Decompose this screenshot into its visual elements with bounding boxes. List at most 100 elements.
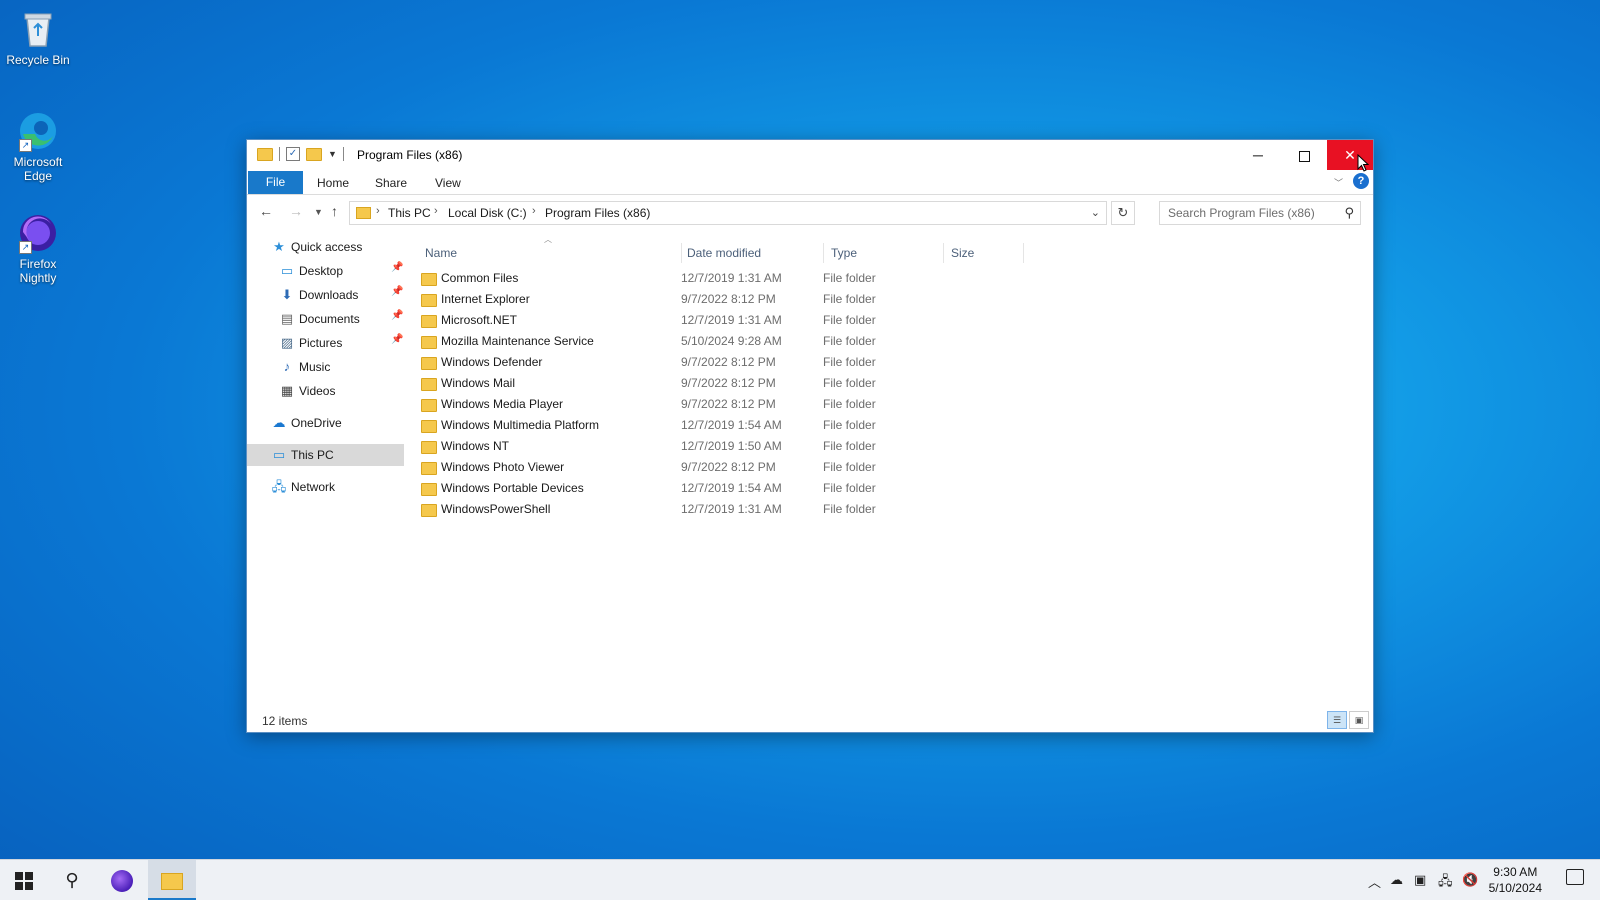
- address-bar[interactable]: › This PC › Local Disk (C:) › Program Fi…: [349, 201, 1107, 225]
- tab-share[interactable]: Share: [375, 172, 407, 194]
- breadcrumb-local-disk[interactable]: Local Disk (C:): [448, 206, 527, 220]
- file-row[interactable]: Windows NT 12/7/2019 1:50 AM File folder: [421, 436, 1021, 457]
- folder-icon: [421, 399, 437, 412]
- show-hidden-icons-icon[interactable]: ︿: [1368, 872, 1381, 891]
- nav-item-music[interactable]: ♪ Music: [279, 356, 331, 378]
- column-header-name[interactable]: Name: [425, 243, 457, 263]
- file-type: File folder: [823, 292, 876, 306]
- cloud-icon: ☁: [272, 415, 286, 430]
- expand-ribbon-icon[interactable]: ﹀: [1334, 176, 1343, 189]
- taskbar-firefox-button[interactable]: [98, 860, 146, 900]
- breadcrumb-separator-icon[interactable]: ›: [532, 205, 536, 217]
- navigation-pane: ★ Quick access ▭ Desktop 📌 ⬇ Downloads 📌 ▤ D…: [247, 236, 407, 696]
- nav-item-downloads[interactable]: ⬇ Downloads: [279, 284, 359, 306]
- file-explorer-icon: [161, 872, 183, 890]
- file-row[interactable]: Internet Explorer 9/7/2022 8:12 PM File fo…: [421, 289, 1021, 310]
- ribbon: File Home Share View ﹀ ?: [247, 170, 1373, 195]
- nav-item-documents[interactable]: ▤ Documents: [279, 308, 360, 330]
- file-name: Windows Mail: [441, 376, 516, 390]
- file-row[interactable]: Windows Photo Viewer 9/7/2022 8:12 PM File…: [421, 457, 1021, 478]
- folder-icon: [421, 336, 437, 349]
- nav-item-videos[interactable]: ▦ Videos: [279, 380, 336, 402]
- breadcrumb-separator-icon[interactable]: ›: [434, 205, 438, 217]
- nav-label: Documents: [299, 312, 360, 326]
- file-row[interactable]: Windows Media Player 9/7/2022 8:12 PM File…: [421, 394, 1021, 415]
- title-bar[interactable]: ✓ ▼ Program Files (x86) ─ ✕: [247, 140, 1373, 170]
- column-header-date-modified[interactable]: Date modified: [687, 243, 761, 263]
- nav-item-desktop[interactable]: ▭ Desktop: [279, 260, 343, 282]
- pin-icon[interactable]: 📌: [391, 262, 403, 273]
- column-divider[interactable]: [681, 243, 682, 263]
- pin-icon[interactable]: 📌: [391, 310, 403, 321]
- file-row[interactable]: Mozilla Maintenance Service 5/10/2024 9:2…: [421, 331, 1021, 352]
- pin-icon[interactable]: 📌: [391, 334, 403, 345]
- nav-item-pictures[interactable]: ▨ Pictures: [279, 332, 343, 354]
- breadcrumb-program-files-x86[interactable]: Program Files (x86): [545, 206, 650, 220]
- action-center-icon[interactable]: [1566, 869, 1584, 885]
- videos-icon: ▦: [280, 383, 294, 398]
- tab-home[interactable]: Home: [317, 172, 349, 194]
- clock-date: 5/10/2024: [1488, 881, 1542, 895]
- column-divider[interactable]: [1023, 243, 1024, 263]
- column-divider[interactable]: [943, 243, 944, 263]
- onedrive-offline-icon[interactable]: ☁: [1390, 872, 1403, 888]
- network-icon[interactable]: 🖧: [1438, 872, 1453, 894]
- refresh-button[interactable]: ↻: [1111, 201, 1135, 225]
- desktop-icon-label: Firefox Nightly: [19, 257, 57, 285]
- start-button[interactable]: [0, 860, 48, 900]
- file-type: File folder: [823, 502, 876, 516]
- recent-locations-button[interactable]: ▼: [314, 207, 323, 217]
- divider: [342, 147, 344, 161]
- system-clock[interactable]: 9:30 AM 5/10/2024: [1489, 864, 1542, 896]
- customize-toolbar-icon[interactable]: ▼: [328, 149, 337, 159]
- folder-icon: [421, 504, 437, 517]
- nav-network[interactable]: 🖧 Network: [271, 476, 335, 498]
- forward-button[interactable]: →: [289, 203, 303, 219]
- file-row[interactable]: Windows Defender 9/7/2022 8:12 PM File fol…: [421, 352, 1021, 373]
- status-item-count: 12 items: [262, 714, 308, 728]
- search-input[interactable]: Search Program Files (x86) ⚲: [1159, 201, 1361, 225]
- desktop-icon-recycle-bin[interactable]: Recycle Bin: [4, 8, 72, 67]
- minimize-button[interactable]: ─: [1235, 140, 1281, 170]
- meet-now-icon[interactable]: ▣: [1414, 872, 1426, 888]
- file-type: File folder: [823, 313, 876, 327]
- up-button[interactable]: ↑: [331, 203, 338, 219]
- help-icon[interactable]: ?: [1353, 173, 1369, 189]
- address-history-icon[interactable]: ⌄: [1091, 206, 1100, 219]
- taskbar-file-explorer-button[interactable]: [148, 860, 196, 900]
- search-button[interactable]: ⚲: [48, 860, 96, 900]
- column-divider[interactable]: [823, 243, 824, 263]
- nav-this-pc[interactable]: ▭ This PC: [247, 444, 404, 466]
- pin-icon[interactable]: 📌: [391, 286, 403, 297]
- tab-view[interactable]: View: [435, 172, 461, 194]
- nav-quick-access[interactable]: ★ Quick access: [271, 236, 362, 258]
- file-row[interactable]: Windows Multimedia Platform 12/7/2019 1:5…: [421, 415, 1021, 436]
- properties-icon[interactable]: ✓: [286, 147, 300, 161]
- back-button[interactable]: ←: [259, 203, 273, 219]
- large-icons-view-button[interactable]: ▣: [1349, 711, 1369, 729]
- file-date: 9/7/2022 8:12 PM: [681, 355, 776, 369]
- file-type: File folder: [823, 376, 876, 390]
- column-header-size[interactable]: Size: [951, 243, 974, 263]
- new-folder-icon[interactable]: [306, 147, 322, 161]
- details-view-button[interactable]: ☰: [1327, 711, 1347, 729]
- file-row[interactable]: Common Files 12/7/2019 1:31 AM File folder: [421, 268, 1021, 289]
- nav-label: Pictures: [299, 336, 343, 350]
- file-name: WindowsPowerShell: [441, 502, 551, 516]
- file-row[interactable]: Windows Portable Devices 12/7/2019 1:54 A…: [421, 478, 1021, 499]
- window-title: Program Files (x86): [357, 148, 463, 162]
- breadcrumb-this-pc[interactable]: This PC: [388, 206, 431, 220]
- maximize-button[interactable]: [1281, 140, 1327, 170]
- file-list: Common Files 12/7/2019 1:31 AM File folder…: [421, 268, 1021, 520]
- file-row[interactable]: Microsoft.NET 12/7/2019 1:31 AM File folde…: [421, 310, 1021, 331]
- desktop-icon-firefox-nightly[interactable]: ↗ Firefox Nightly: [4, 212, 72, 285]
- breadcrumb-separator-icon[interactable]: ›: [376, 205, 380, 217]
- file-row[interactable]: WindowsPowerShell 12/7/2019 1:31 AM File f…: [421, 499, 1021, 520]
- tab-file[interactable]: File: [248, 171, 303, 194]
- file-row[interactable]: Windows Mail 9/7/2022 8:12 PM File folder: [421, 373, 1021, 394]
- desktop-icon-microsoft-edge[interactable]: ↗ Microsoft Edge: [4, 110, 72, 183]
- column-header-type[interactable]: Type: [831, 243, 857, 263]
- nav-onedrive[interactable]: ☁ OneDrive: [271, 412, 342, 434]
- volume-muted-icon[interactable]: 🔇: [1462, 872, 1478, 888]
- computer-icon: ▭: [272, 447, 286, 462]
